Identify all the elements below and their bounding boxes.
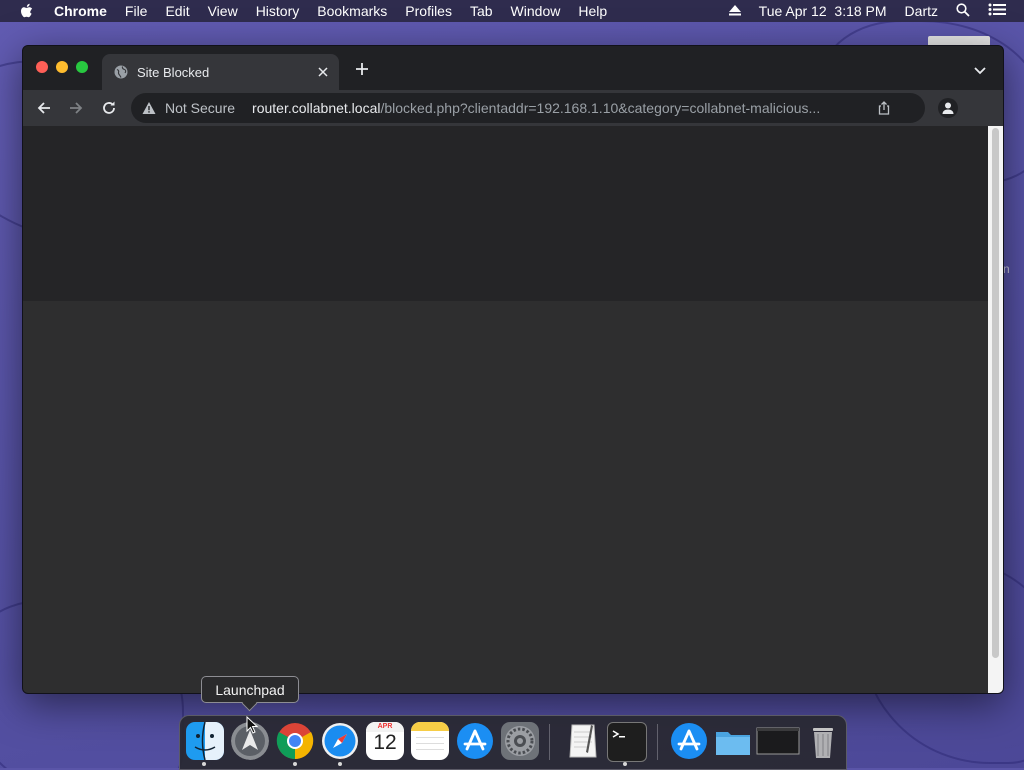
dock-separator	[657, 724, 658, 760]
menu-tab[interactable]: Tab	[470, 3, 493, 19]
tab-search-chevron-icon[interactable]	[973, 63, 987, 75]
control-center-icon[interactable]	[988, 3, 1006, 19]
warning-triangle-icon[interactable]	[142, 101, 156, 115]
spotlight-search-icon[interactable]	[956, 2, 970, 20]
share-icon[interactable]	[877, 101, 891, 115]
new-tab-button[interactable]	[354, 61, 370, 77]
menu-file[interactable]: File	[125, 3, 148, 19]
menu-bookmarks[interactable]: Bookmarks	[317, 3, 387, 19]
forward-arrow-icon[interactable]	[66, 98, 86, 118]
dock-separator	[549, 724, 550, 760]
chrome-icon[interactable]	[276, 722, 314, 760]
chrome-window: Site Blocked Not Secure router.collabnet…	[22, 45, 1004, 694]
back-arrow-icon[interactable]	[34, 98, 54, 118]
globe-icon	[114, 65, 128, 79]
safari-icon[interactable]	[321, 722, 359, 760]
trash-icon[interactable]	[804, 722, 842, 760]
url-host: router.collabnet.local	[252, 100, 381, 116]
dock: APR 12	[179, 715, 847, 770]
running-indicator	[623, 762, 627, 766]
reload-icon[interactable]	[99, 98, 119, 118]
system-preferences-gear-icon[interactable]	[501, 722, 539, 760]
window-close-button[interactable]	[36, 61, 48, 73]
menubar-clock[interactable]: Tue Apr 12 3:18 PM	[759, 3, 887, 19]
menu-extras: Tue Apr 12 3:18 PM Dartz	[728, 0, 1024, 22]
app-store-icon[interactable]	[456, 722, 494, 760]
textedit-icon[interactable]	[564, 722, 602, 760]
page-header-band	[23, 126, 988, 301]
menu-bar: Chrome File Edit View History Bookmarks …	[0, 0, 1024, 22]
window-minimize-button[interactable]	[56, 61, 68, 73]
notes-icon[interactable]	[411, 722, 449, 760]
tab-close-icon[interactable]	[315, 64, 331, 80]
menu-view[interactable]: View	[208, 3, 238, 19]
documents-folder-icon[interactable]	[714, 722, 752, 760]
finder-icon[interactable]	[186, 722, 224, 760]
address-bar[interactable]: Not Secure router.collabnet.local/blocke…	[131, 93, 925, 123]
menu-help[interactable]: Help	[578, 3, 607, 19]
running-indicator	[293, 762, 297, 766]
menu-profiles[interactable]: Profiles	[405, 3, 452, 19]
browser-toolbar: Not Secure router.collabnet.local/blocke…	[23, 90, 1003, 126]
mouse-cursor-icon	[246, 715, 259, 734]
tab-site-blocked[interactable]: Site Blocked	[102, 54, 339, 90]
tab-title: Site Blocked	[137, 64, 210, 80]
launchpad-tooltip: Launchpad	[201, 676, 299, 703]
menubar-user[interactable]: Dartz	[905, 3, 938, 19]
security-label[interactable]: Not Secure	[165, 100, 235, 116]
eject-icon[interactable]	[728, 3, 741, 19]
tab-strip: Site Blocked	[23, 46, 1003, 90]
menu-app-name[interactable]: Chrome	[54, 3, 107, 19]
running-indicator	[338, 762, 342, 766]
profile-avatar-icon[interactable]	[938, 98, 958, 118]
calendar-month: APR	[377, 723, 393, 730]
running-indicator	[202, 762, 206, 766]
calendar-day: 12	[373, 731, 397, 754]
url-path: /blocked.php?clientaddr=192.168.1.10&cat…	[380, 100, 821, 116]
menu-edit[interactable]: Edit	[165, 3, 189, 19]
app-store-downloads-icon[interactable]	[670, 722, 708, 760]
window-zoom-button[interactable]	[76, 61, 88, 73]
apple-menu-icon[interactable]	[20, 3, 36, 19]
scrollbar-thumb[interactable]	[992, 128, 999, 658]
page-content	[23, 126, 988, 693]
screenshot-window-icon[interactable]	[756, 722, 800, 760]
calendar-icon[interactable]: APR 12	[366, 722, 404, 760]
url-text[interactable]: router.collabnet.local/blocked.php?clien…	[252, 100, 850, 116]
menu-history[interactable]: History	[256, 3, 300, 19]
menu-window[interactable]: Window	[511, 3, 561, 19]
terminal-icon[interactable]	[607, 722, 647, 762]
desktop-item-label: n	[1003, 262, 1010, 276]
